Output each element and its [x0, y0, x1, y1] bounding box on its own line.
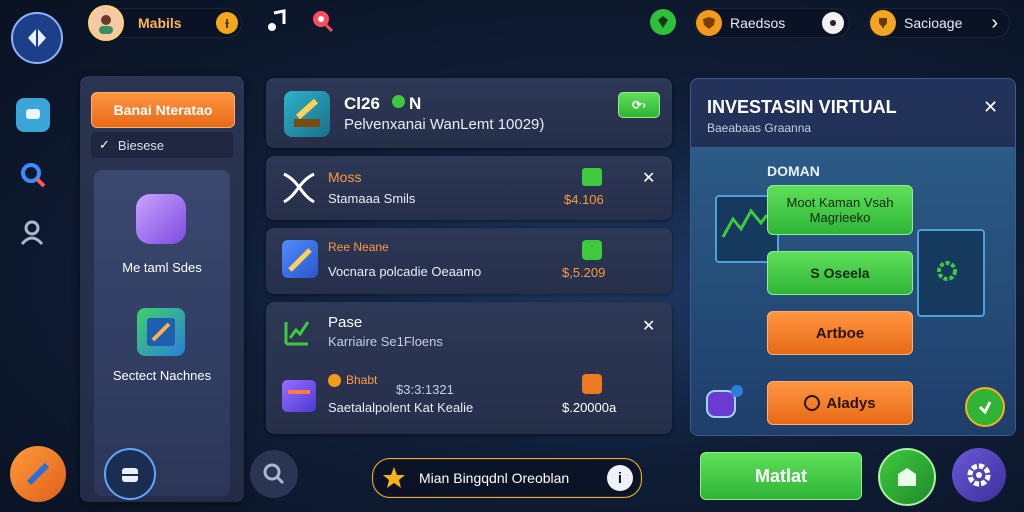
dna-icon — [280, 170, 318, 206]
invest-button-2[interactable]: S Oseela — [767, 251, 913, 295]
tile-list: Me taml Sdes Sectect Nachnes — [94, 170, 230, 496]
check-item[interactable]: ✓ Biesese — [91, 132, 233, 158]
left-menu-panel: Banai Nteratao ✓ Biesese Me taml Sdes Se… — [80, 76, 244, 502]
settings-button[interactable] — [952, 448, 1006, 502]
invest-button-4-label: Aladys — [826, 394, 876, 412]
shop-button[interactable] — [878, 448, 936, 506]
coin-icon: Ɨ — [216, 12, 238, 34]
tile-2-label: Sectect Nachnes — [112, 368, 212, 383]
tile-1-label: Me taml Sdes — [122, 260, 202, 275]
row-2-badge-icon — [582, 240, 602, 260]
list-row-3[interactable]: Pase Karriaire Se1Floens ✕ Bhabt $3:3:13… — [266, 302, 672, 434]
row-4-badge-icon — [582, 374, 602, 394]
ball-icon — [822, 12, 844, 34]
invest-button-1[interactable]: Moot Kaman Vsah Magrieeko — [767, 185, 913, 235]
player-name: Mabils — [138, 15, 182, 31]
brush-orange-button[interactable] — [10, 446, 66, 502]
bag-button[interactable] — [104, 448, 156, 500]
hero-action-button[interactable]: ⟳› — [618, 92, 660, 118]
profile-icon[interactable] — [18, 218, 46, 246]
bottom-search-label: Mian Bingqdnl Oreoblan — [419, 470, 570, 486]
row-4-subtitle: Saetalalpolent Kat Kealie — [328, 400, 474, 415]
invest-title: INVESTASIN VIRTUAL — [707, 97, 897, 117]
gear-green-icon — [935, 259, 959, 283]
chart-up-icon — [282, 316, 312, 348]
hero-card[interactable]: Cl26 N Pelvenxanai WanLemt 10029) ⟳› — [266, 78, 672, 148]
star-icon — [381, 465, 407, 491]
brush-icon — [282, 240, 318, 278]
circle-icon — [804, 395, 821, 411]
invest-button-3[interactable]: Artboe — [767, 311, 913, 355]
gem-icon[interactable] — [650, 9, 676, 35]
chat-icon[interactable] — [16, 98, 50, 132]
app-logo[interactable] — [11, 12, 63, 64]
invest-panel: INVESTASIN VIRTUAL Baeabaas Graanna ✕ DO… — [690, 78, 1016, 436]
info-icon[interactable]: i — [607, 465, 633, 491]
row-1-badge-icon — [582, 168, 602, 186]
coin-small-icon — [328, 374, 341, 387]
list-row-1[interactable]: Moss Stamaaa Smils $4.106 ✕ — [266, 156, 672, 220]
row-3-title: Pase — [328, 314, 363, 331]
pin-icon[interactable] — [309, 8, 335, 34]
tablet-icon — [137, 308, 185, 356]
gear-icon — [967, 463, 991, 487]
hero-title-suffix: N — [409, 94, 422, 113]
avatar — [88, 5, 124, 41]
search-icon[interactable] — [18, 160, 48, 190]
hero-subtitle: Pelvenxanai WanLemt 10029) — [344, 116, 545, 133]
gem-purple-icon — [136, 194, 186, 244]
row-1-price: $4.106 — [564, 192, 604, 207]
check-item-label: Biesese — [117, 137, 165, 153]
row-4-title: Bhabt — [346, 373, 378, 387]
invest-subtitle: Baeabaas Graanna — [707, 121, 812, 135]
chevron-right-icon[interactable]: › — [991, 12, 998, 35]
row-2-title: Ree Neane — [328, 240, 389, 254]
sacioage-pill[interactable]: Sacioage › — [868, 8, 1010, 38]
row-1-title: Moss — [328, 169, 362, 185]
trophy-icon — [870, 10, 896, 36]
invest-scene: DOMAN Moot Kaman Vsah Magrieeko S Oseela… — [691, 147, 1015, 435]
tile-2[interactable]: Sectect Nachnes — [94, 306, 230, 406]
card-icon — [282, 380, 316, 412]
search-button[interactable] — [250, 450, 298, 498]
row-1-subtitle: Stamaaa Smils — [328, 191, 416, 206]
header-button[interactable]: Banai Nteratao — [91, 92, 235, 128]
music-icon[interactable] — [264, 8, 290, 34]
row-4-price: $.20000a — [562, 400, 617, 415]
row-3-close-icon[interactable]: ✕ — [642, 316, 655, 336]
raedsos-pill[interactable]: Raedsos — [694, 8, 850, 38]
sacioage-label: Sacioage — [904, 15, 963, 31]
section-label: DOMAN — [767, 163, 820, 179]
main-action-button[interactable]: Matlat — [700, 452, 862, 500]
bottom-search-pill[interactable]: Mian Bingqdnl Oreoblan i — [372, 458, 642, 498]
robot-icon — [701, 383, 745, 423]
raedsos-label: Raedsos — [730, 15, 786, 31]
row-2-subtitle: Vocnara polcadie Oeaamo — [328, 264, 482, 279]
hammer-icon — [284, 91, 330, 137]
row-4-title-extra: $3:3:1321 — [396, 382, 454, 397]
hero-dot-icon — [392, 95, 405, 108]
check-icon: ✓ — [99, 137, 110, 152]
row-1-close-icon[interactable]: ✕ — [642, 168, 655, 188]
tile-1[interactable]: Me taml Sdes — [94, 190, 230, 290]
invest-close-icon[interactable]: ✕ — [983, 97, 998, 118]
row-3-subtitle: Karriaire Se1Floens — [328, 334, 443, 349]
list-row-2[interactable]: Ree Neane Vocnara polcadie Oeaamo $,5.20… — [266, 228, 672, 294]
logo-icon — [28, 28, 46, 48]
row-2-price: $,5.209 — [562, 265, 606, 280]
invest-button-4[interactable]: Aladys — [767, 381, 913, 425]
hero-title: Cl26 — [344, 94, 380, 113]
player-badge[interactable]: Mabils Ɨ — [88, 5, 242, 41]
shield-icon — [696, 10, 722, 36]
arrow-green-icon[interactable] — [965, 387, 1005, 427]
